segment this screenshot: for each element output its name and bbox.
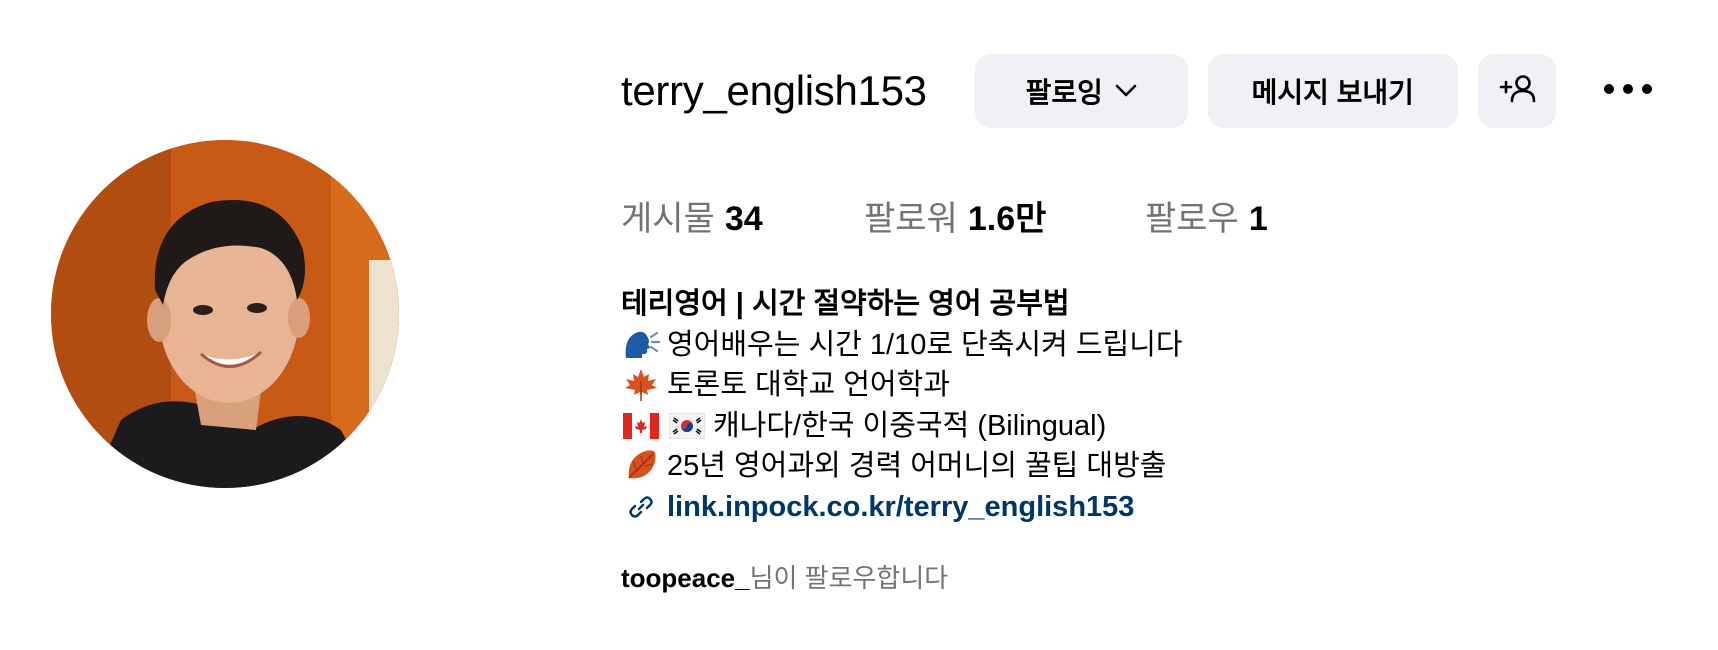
profile-page: terry_english153 팔로잉 메시지 보내기 게시물 34 팔로워 … [0, 0, 1718, 650]
bio-line: 토론토 대학교 언어학과 [621, 365, 1621, 406]
bio-link[interactable]: link.inpock.co.kr/terry_english153 [621, 487, 1621, 528]
following-button-label: 팔로잉 [1025, 77, 1103, 108]
add-person-icon [1498, 73, 1536, 110]
message-button[interactable]: 메시지 보내기 [1207, 54, 1458, 128]
chevron-down-icon [1115, 84, 1137, 98]
profile-header: terry_english153 팔로잉 메시지 보내기 [621, 54, 1658, 128]
profile-stats: 게시물 34 팔로워 1.6만 팔로우 1 [621, 192, 1268, 238]
message-button-label: 메시지 보내기 [1251, 77, 1414, 108]
followers-count[interactable]: 팔로워 1.6만 [864, 191, 1145, 240]
followed-by: toopeace_님이 팔로우합니다 [621, 558, 948, 595]
posts-count: 게시물 34 [621, 191, 864, 240]
following-label: 팔로우 [1145, 199, 1239, 238]
following-button[interactable]: 팔로잉 [974, 54, 1188, 128]
profile-avatar[interactable] [51, 140, 399, 488]
more-horizontal-icon [1603, 82, 1653, 100]
followers-value: 1.6만 [967, 199, 1047, 238]
followed-by-user[interactable]: toopeace_ [621, 563, 750, 593]
profile-bio: 테리영어 | 시간 절약하는 영어 공부법 영어배우는 시간 1/10로 단축시… [621, 284, 1621, 527]
bio-link-text[interactable]: link.inpock.co.kr/terry_english153 [667, 487, 1134, 528]
posts-label: 게시물 [621, 199, 715, 238]
speaking-head-emoji [621, 327, 661, 363]
posts-value: 34 [724, 199, 763, 238]
canada-flag-emoji [621, 408, 661, 444]
korea-flag-emoji [667, 408, 707, 444]
bio-line: 영어배우는 시간 1/10로 단축시켜 드립니다 [621, 325, 1621, 366]
suggest-users-button[interactable] [1477, 54, 1556, 128]
following-count[interactable]: 팔로우 1 [1145, 191, 1268, 240]
maple-leaf-emoji [621, 367, 661, 403]
link-icon [621, 489, 661, 525]
following-value: 1 [1248, 199, 1268, 238]
bio-line: 캐나다/한국 이중국적 (Bilingual) [621, 406, 1621, 447]
bio-line: 25년 영어과외 경력 어머니의 꿀팁 대방출 [621, 446, 1621, 487]
followers-label: 팔로워 [864, 199, 958, 238]
fallen-leaf-emoji [621, 448, 661, 484]
avatar-photo [51, 140, 399, 488]
bio-line-text: 캐나다/한국 이중국적 (Bilingual) [713, 409, 1107, 442]
bio-name: 테리영어 | 시간 절약하는 영어 공부법 [621, 288, 1070, 320]
bio-line-text: 토론토 대학교 언어학과 [667, 369, 950, 401]
followed-by-suffix: 님이 팔로우합니다 [749, 563, 949, 593]
username: terry_english153 [621, 67, 927, 114]
bio-line-text: 25년 영어과외 경력 어머니의 꿀팁 대방출 [667, 450, 1167, 482]
bio-line-text: 영어배우는 시간 1/10로 단축시켜 드립니다 [667, 328, 1183, 361]
more-options-button[interactable] [1598, 54, 1658, 128]
